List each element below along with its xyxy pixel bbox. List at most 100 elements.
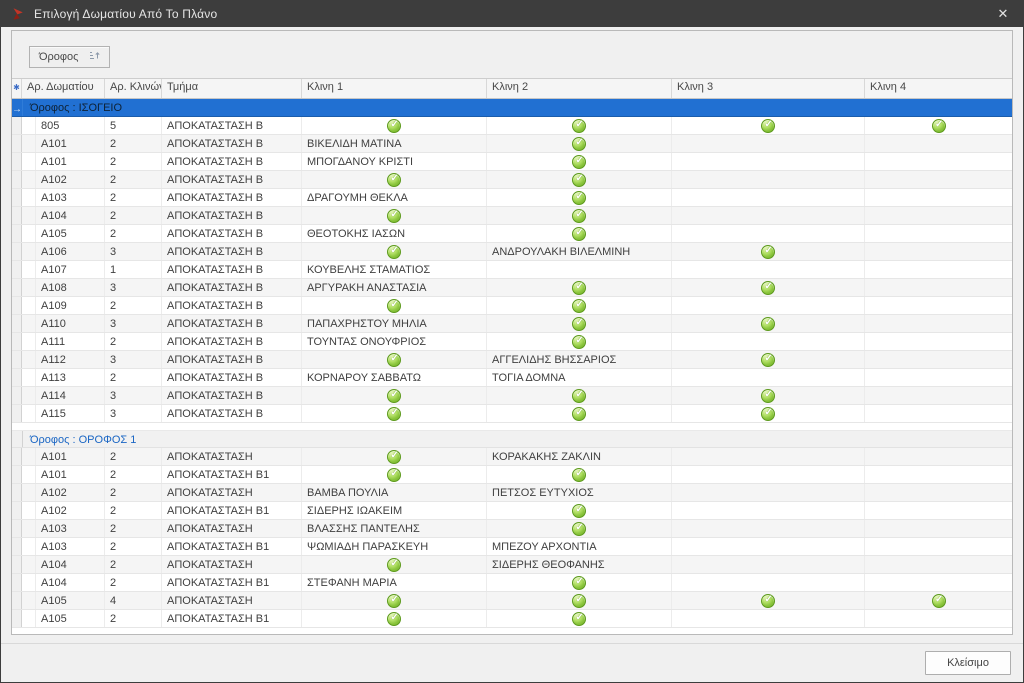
group-by-chip-floor[interactable]: Όροφος [29, 46, 110, 68]
check-icon [387, 468, 401, 482]
close-icon[interactable] [991, 0, 1015, 27]
room-row[interactable]: A1143ΑΠΟΚΑΤΑΣΤΑΣΗ Β [12, 387, 1012, 405]
department-cell: ΑΠΟΚΑΤΑΣΤΑΣΗ Β [162, 405, 302, 422]
bed-4-cell [865, 610, 1012, 627]
check-icon [572, 468, 586, 482]
bed-2-cell [487, 189, 672, 206]
check-icon [761, 389, 775, 403]
room-row[interactable]: A1022ΑΠΟΚΑΤΑΣΤΑΣΗ Β [12, 171, 1012, 189]
bed-4-cell [865, 574, 1012, 591]
group-indent-cell [22, 297, 36, 314]
bed-3-cell [672, 387, 865, 404]
bed-1-cell: ΒΙΚΕΛΙΔΗ ΜΑΤΙΝΑ [302, 135, 487, 152]
bed-1-cell: ΣΤΕΦΑΝΗ ΜΑΡΙΑ [302, 574, 487, 591]
bed-2-cell: ΑΓΓΕΛΙΔΗΣ ΒΗΣΣΑΡΙΟΣ [487, 351, 672, 368]
bed-2-cell: ΣΙΔΕΡΗΣ ΘΕΟΦΑΝΗΣ [487, 556, 672, 573]
room-row[interactable]: A1092ΑΠΟΚΑΤΑΣΤΑΣΗ Β [12, 297, 1012, 315]
department-cell: ΑΠΟΚΑΤΑΣΤΑΣΗ Β1 [162, 466, 302, 483]
bed-4-cell [865, 466, 1012, 483]
bed-4-cell [865, 279, 1012, 296]
room-row[interactable]: A1112ΑΠΟΚΑΤΑΣΤΑΣΗ ΒΤΟΥΝΤΑΣ ΟΝΟΥΦΡΙΟΣ [12, 333, 1012, 351]
room-row[interactable]: A1022ΑΠΟΚΑΤΑΣΤΑΣΗ Β1ΣΙΔΕΡΗΣ ΙΩΑΚΕΙΜ [12, 502, 1012, 520]
room-number-cell: A101 [36, 153, 105, 170]
column-header-5[interactable]: Κλινη 2 [487, 79, 672, 98]
room-row[interactable]: A1042ΑΠΟΚΑΤΑΣΤΑΣΗ Β [12, 207, 1012, 225]
check-icon [387, 558, 401, 572]
department-cell: ΑΠΟΚΑΤΑΣΤΑΣΗ Β [162, 315, 302, 332]
sort-ascending-icon [89, 50, 101, 63]
bed-2-cell: ΚΟΡΑΚΑΚΗΣ ΖΑΚΛΙΝ [487, 448, 672, 465]
window-title: Επιλογή Δωματίου Από Το Πλάνο [34, 7, 217, 21]
bed-1-cell [302, 466, 487, 483]
bed-4-cell [865, 351, 1012, 368]
row-indicator-cell [12, 466, 22, 483]
room-row[interactable]: A1054ΑΠΟΚΑΤΑΣΤΑΣΗ [12, 592, 1012, 610]
column-header-6[interactable]: Κλινη 3 [672, 79, 865, 98]
room-row[interactable]: A1153ΑΠΟΚΑΤΑΣΤΑΣΗ Β [12, 405, 1012, 423]
group-indent-cell [22, 574, 36, 591]
room-row[interactable]: A1063ΑΠΟΚΑΤΑΣΤΑΣΗ ΒΑΝΔΡΟΥΛΑΚΗ ΒΙΛΕΛΜΙΝΗ [12, 243, 1012, 261]
room-row[interactable]: A1123ΑΠΟΚΑΤΑΣΤΑΣΗ ΒΑΓΓΕΛΙΔΗΣ ΒΗΣΣΑΡΙΟΣ [12, 351, 1012, 369]
room-row[interactable]: A1012ΑΠΟΚΑΤΑΣΤΑΣΗΚΟΡΑΚΑΚΗΣ ΖΑΚΛΙΝ [12, 448, 1012, 466]
column-header-1[interactable]: Αρ. Δωματίου [22, 79, 105, 98]
room-row[interactable]: A1052ΑΠΟΚΑΤΑΣΤΑΣΗ Β1 [12, 610, 1012, 628]
room-number-cell: A104 [36, 207, 105, 224]
column-header-7[interactable]: Κλινη 4 [865, 79, 1012, 98]
row-indicator-cell [12, 592, 22, 609]
department-cell: ΑΠΟΚΑΤΑΣΤΑΣΗ Β1 [162, 502, 302, 519]
room-number-cell: A101 [36, 448, 105, 465]
check-icon [572, 119, 586, 133]
room-number-cell: A104 [36, 574, 105, 591]
bed-4-cell [865, 261, 1012, 278]
room-number-cell: A105 [36, 225, 105, 242]
bed-4-cell [865, 207, 1012, 224]
check-icon [387, 389, 401, 403]
bed-count-cell: 2 [105, 171, 162, 188]
bed-4-cell [865, 556, 1012, 573]
check-icon [387, 173, 401, 187]
group-row-selected[interactable]: Όροφος : ΙΣΟΓΕΙΟ [12, 99, 1012, 117]
bed-3-cell [672, 153, 865, 170]
column-header-3[interactable]: Τμήμα [162, 79, 302, 98]
bed-2-cell: ΠΕΤΣΟΣ ΕΥΤΥΧΙΟΣ [487, 484, 672, 501]
room-row[interactable]: A1042ΑΠΟΚΑΤΑΣΤΑΣΗΣΙΔΕΡΗΣ ΘΕΟΦΑΝΗΣ [12, 556, 1012, 574]
group-indent-cell [22, 225, 36, 242]
bed-2-cell [487, 520, 672, 537]
bed-4-cell [865, 117, 1012, 134]
room-row[interactable]: A1012ΑΠΟΚΑΤΑΣΤΑΣΗ ΒΒΙΚΕΛΙΔΗ ΜΑΤΙΝΑ [12, 135, 1012, 153]
group-indent-cell [22, 610, 36, 627]
group-indent-cell [22, 153, 36, 170]
room-row[interactable]: A1042ΑΠΟΚΑΤΑΣΤΑΣΗ Β1ΣΤΕΦΑΝΗ ΜΑΡΙΑ [12, 574, 1012, 592]
room-row[interactable]: A1083ΑΠΟΚΑΤΑΣΤΑΣΗ ΒΑΡΓΥΡΑΚΗ ΑΝΑΣΤΑΣΙΑ [12, 279, 1012, 297]
bed-2-cell [487, 315, 672, 332]
room-row[interactable]: A1052ΑΠΟΚΑΤΑΣΤΑΣΗ ΒΘΕΟΤΟΚΗΣ ΙΑΣΩΝ [12, 225, 1012, 243]
row-indicator-cell [12, 520, 22, 537]
room-row[interactable]: A1132ΑΠΟΚΑΤΑΣΤΑΣΗ ΒΚΟΡΝΑΡΟΥ ΣΑΒΒΑΤΩΤΟΓΙΑ… [12, 369, 1012, 387]
check-icon [572, 299, 586, 313]
group-row[interactable]: Όροφος : ΟΡΟΦΟΣ 1 [12, 430, 1012, 448]
room-row[interactable]: A1022ΑΠΟΚΑΤΑΣΤΑΣΗΒΑΜΒΑ ΠΟΥΛΙΑΠΕΤΣΟΣ ΕΥΤΥ… [12, 484, 1012, 502]
room-row[interactable]: A1012ΑΠΟΚΑΤΑΣΤΑΣΗ ΒΜΠΟΓΔΑΝΟΥ ΚΡΙΣΤΙ [12, 153, 1012, 171]
room-row[interactable]: A1012ΑΠΟΚΑΤΑΣΤΑΣΗ Β1 [12, 466, 1012, 484]
bed-1-cell [302, 592, 487, 609]
group-indent-cell [22, 502, 36, 519]
bed-count-cell: 2 [105, 448, 162, 465]
bed-count-cell: 4 [105, 592, 162, 609]
column-header-4[interactable]: Κλινη 1 [302, 79, 487, 98]
bed-2-cell [487, 207, 672, 224]
row-indicator-cell [12, 405, 22, 422]
bed-4-cell [865, 592, 1012, 609]
group-by-panel[interactable]: Όροφος [12, 31, 1012, 79]
room-row[interactable]: A1032ΑΠΟΚΑΤΑΣΤΑΣΗ ΒΔΡΑΓΟΥΜΗ ΘΕΚΛΑ [12, 189, 1012, 207]
room-row[interactable]: 8055ΑΠΟΚΑΤΑΣΤΑΣΗ Β [12, 117, 1012, 135]
column-header-2[interactable]: Αρ. Κλινών [105, 79, 162, 98]
room-row[interactable]: A1071ΑΠΟΚΑΤΑΣΤΑΣΗ ΒΚΟΥΒΕΛΗΣ ΣΤΑΜΑΤΙΟΣ [12, 261, 1012, 279]
close-button[interactable]: Κλείσιμο [925, 651, 1011, 675]
bed-3-cell [672, 297, 865, 314]
room-row[interactable]: A1032ΑΠΟΚΑΤΑΣΤΑΣΗΒΛΑΣΣΗΣ ΠΑΝΤΕΛΗΣ [12, 520, 1012, 538]
bed-2-cell [487, 466, 672, 483]
bed-1-cell [302, 448, 487, 465]
check-icon [932, 594, 946, 608]
room-row[interactable]: A1032ΑΠΟΚΑΤΑΣΤΑΣΗ Β1ΨΩΜΙΑΔΗ ΠΑΡΑΣΚΕΥΗΜΠΕ… [12, 538, 1012, 556]
room-row[interactable]: A1103ΑΠΟΚΑΤΑΣΤΑΣΗ ΒΠΑΠΑΧΡΗΣΤΟΥ ΜΗΛΙΑ [12, 315, 1012, 333]
